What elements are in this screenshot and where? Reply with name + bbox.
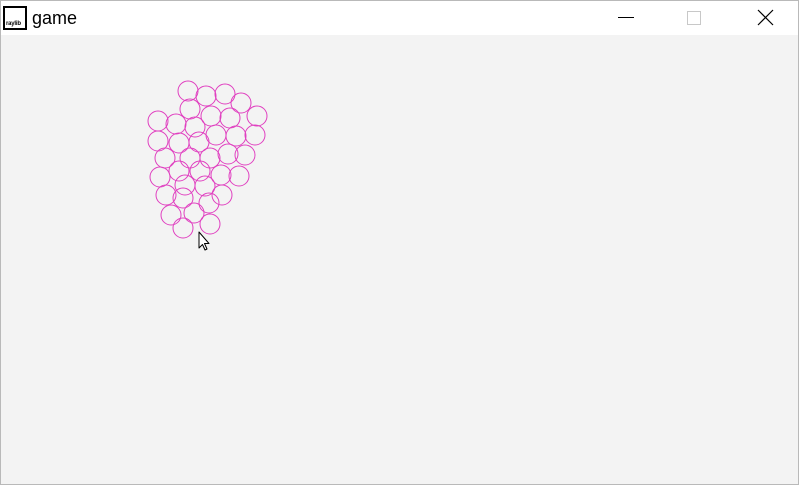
window-title: game	[32, 8, 78, 28]
title-bar[interactable]: raylib game	[1, 1, 798, 35]
maximize-button[interactable]	[671, 1, 717, 35]
close-button[interactable]	[742, 1, 788, 35]
close-icon	[757, 9, 774, 26]
app-icon-label: raylib	[6, 21, 21, 27]
minimize-icon	[618, 17, 634, 18]
app-window: raylib game	[0, 0, 799, 485]
minimize-button[interactable]	[603, 1, 649, 35]
game-canvas[interactable]	[1, 35, 798, 484]
maximize-icon	[687, 11, 701, 25]
raylib-app-icon: raylib	[3, 6, 27, 30]
mouse-cursor-icon	[198, 231, 210, 251]
